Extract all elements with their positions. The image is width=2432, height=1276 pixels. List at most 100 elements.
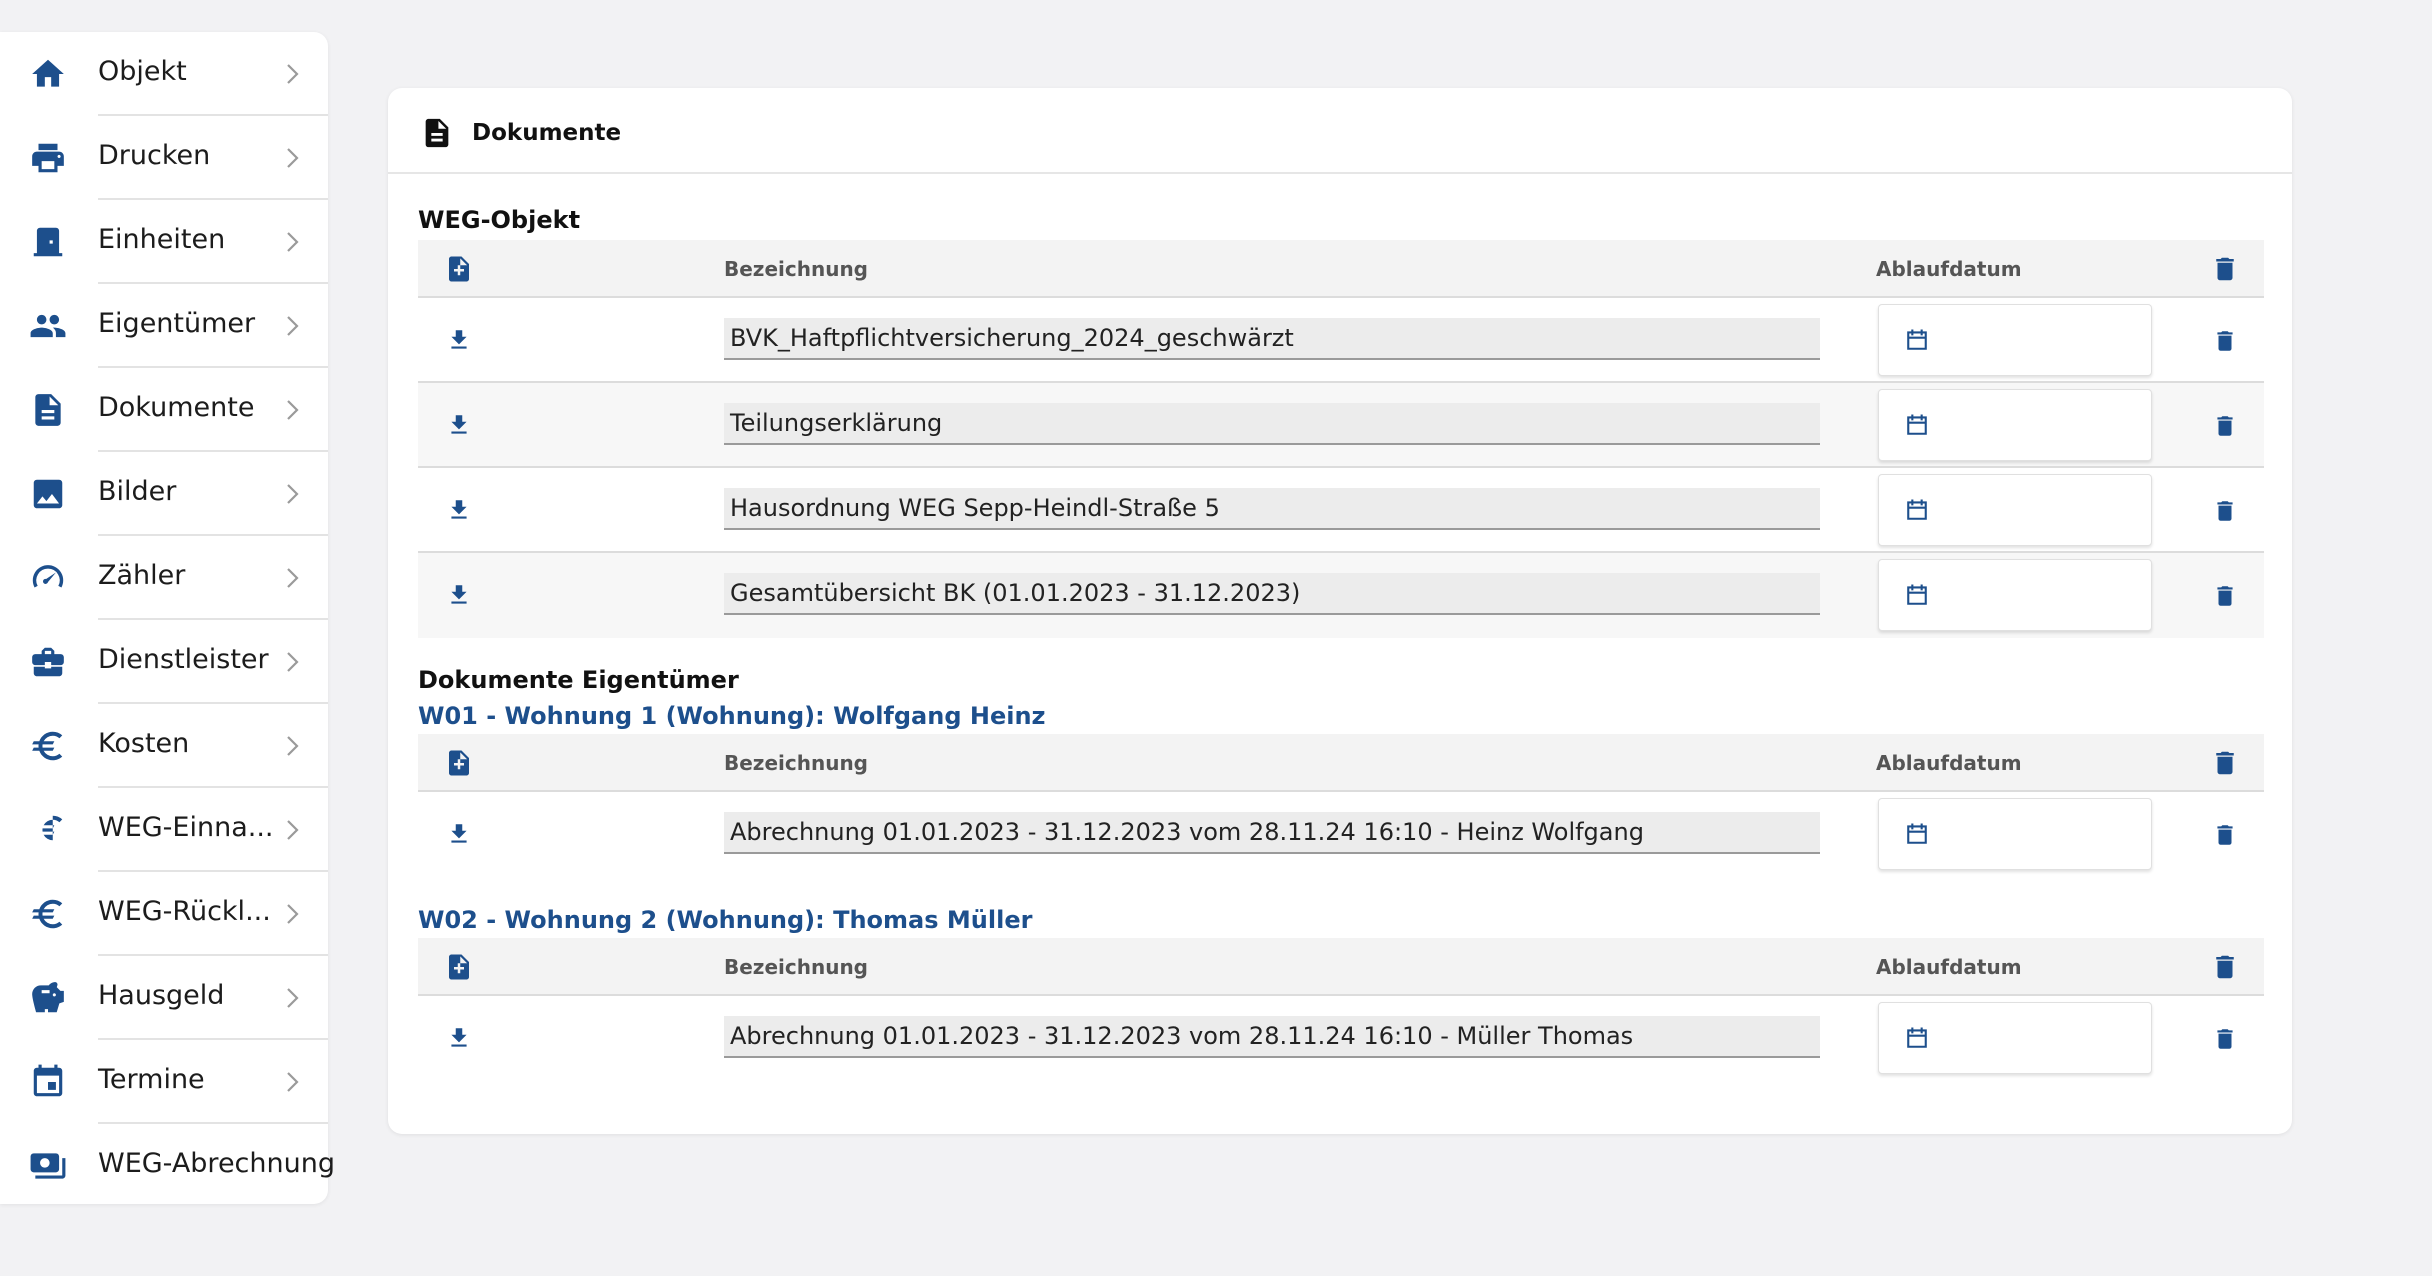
table-row: Hausordnung WEG Sepp-Heindl-Straße 5 bbox=[418, 468, 2264, 553]
sidebar-item-zaehler[interactable]: Zähler bbox=[0, 536, 328, 620]
printer-icon bbox=[28, 138, 68, 178]
column-header-bezeichnung: Bezeichnung bbox=[724, 955, 868, 979]
chevron-right-icon bbox=[282, 60, 304, 88]
document-name-field[interactable]: BVK_Haftpflichtversicherung_2024_geschwä… bbox=[724, 318, 1820, 360]
delete-icon[interactable] bbox=[2212, 496, 2238, 526]
expiry-date-field[interactable] bbox=[1878, 798, 2152, 870]
delete-all-icon[interactable] bbox=[2210, 254, 2240, 284]
delete-icon[interactable] bbox=[2212, 411, 2238, 441]
download-icon[interactable] bbox=[446, 581, 472, 609]
delete-icon[interactable] bbox=[2212, 581, 2238, 611]
sidebar-item-drucken[interactable]: Drucken bbox=[0, 116, 328, 200]
documents-card: Dokumente WEG-Objekt Bezeichnung Ablaufd… bbox=[388, 88, 2292, 1134]
section-title-weg-objekt: WEG-Objekt bbox=[418, 206, 581, 234]
document-name-field[interactable]: Hausordnung WEG Sepp-Heindl-Straße 5 bbox=[724, 488, 1820, 530]
download-icon[interactable] bbox=[446, 820, 472, 848]
section-title-dokumente-eigentuemer: Dokumente Eigentümer bbox=[418, 666, 739, 694]
expiry-date-field[interactable] bbox=[1878, 559, 2152, 631]
sidebar-item-label: Hausgeld bbox=[98, 980, 225, 1011]
delete-icon[interactable] bbox=[2212, 1024, 2238, 1054]
table-row: Abrechnung 01.01.2023 - 31.12.2023 vom 2… bbox=[418, 792, 2264, 877]
delete-all-icon[interactable] bbox=[2210, 952, 2240, 982]
table-header: Bezeichnung Ablaufdatum bbox=[418, 734, 2264, 792]
euro-icon bbox=[28, 894, 68, 934]
owner-group-title: W01 - Wohnung 1 (Wohnung): Wolfgang Hein… bbox=[418, 702, 1046, 730]
card-title: Dokumente bbox=[472, 120, 622, 146]
gauge-icon bbox=[28, 558, 68, 598]
piggy-bank-icon bbox=[28, 978, 68, 1018]
chevron-right-icon bbox=[282, 228, 304, 256]
delete-icon[interactable] bbox=[2212, 820, 2238, 850]
document-name-field[interactable]: Abrechnung 01.01.2023 - 31.12.2023 vom 2… bbox=[724, 812, 1820, 854]
sidebar-item-weg-ruecklagen[interactable]: WEG-Rückl... bbox=[0, 872, 328, 956]
table-row: Gesamtübersicht BK (01.01.2023 - 31.12.2… bbox=[418, 553, 2264, 638]
expiry-date-field[interactable] bbox=[1878, 389, 2152, 461]
delete-all-icon[interactable] bbox=[2210, 748, 2240, 778]
money-icon bbox=[28, 1146, 68, 1186]
expiry-date-field[interactable] bbox=[1878, 1002, 2152, 1074]
sidebar-item-kosten[interactable]: Kosten bbox=[0, 704, 328, 788]
delete-icon[interactable] bbox=[2212, 326, 2238, 356]
calendar-icon bbox=[28, 1062, 68, 1102]
chevron-right-icon bbox=[282, 564, 304, 592]
table-row: BVK_Haftpflichtversicherung_2024_geschwä… bbox=[418, 298, 2264, 383]
add-document-icon[interactable] bbox=[444, 952, 474, 982]
sidebar-item-label: Eigentümer bbox=[98, 308, 256, 339]
sidebar-item-weg-einnahmen[interactable]: WEG-Einna... bbox=[0, 788, 328, 872]
download-icon[interactable] bbox=[446, 411, 472, 439]
add-document-icon[interactable] bbox=[444, 748, 474, 778]
chevron-right-icon bbox=[282, 816, 304, 844]
sidebar-item-weg-abrechnung[interactable]: WEG-Abrechnung bbox=[0, 1124, 335, 1208]
download-icon[interactable] bbox=[446, 496, 472, 524]
briefcase-icon bbox=[28, 642, 68, 682]
chevron-right-icon bbox=[282, 900, 304, 928]
sidebar-item-dokumente[interactable]: Dokumente bbox=[0, 368, 328, 452]
download-icon[interactable] bbox=[446, 1024, 472, 1052]
column-header-bezeichnung: Bezeichnung bbox=[724, 751, 868, 775]
image-icon bbox=[28, 474, 68, 514]
sidebar-item-dienstleister[interactable]: Dienstleister bbox=[0, 620, 328, 704]
table-row: Abrechnung 01.01.2023 - 31.12.2023 vom 2… bbox=[418, 996, 2264, 1081]
sidebar-item-label: Kosten bbox=[98, 728, 190, 759]
sidebar-item-label: Termine bbox=[98, 1064, 205, 1095]
sidebar-item-label: Zähler bbox=[98, 560, 186, 591]
chevron-right-icon bbox=[282, 648, 304, 676]
sidebar-item-label: Einheiten bbox=[98, 224, 226, 255]
home-icon bbox=[28, 54, 68, 94]
sidebar-item-termine[interactable]: Termine bbox=[0, 1040, 328, 1124]
card-header: Dokumente bbox=[388, 88, 2292, 174]
calendar-icon[interactable] bbox=[1903, 1023, 1931, 1053]
sidebar-item-label: Bilder bbox=[98, 476, 177, 507]
download-icon[interactable] bbox=[446, 326, 472, 354]
expiry-date-field[interactable] bbox=[1878, 474, 2152, 546]
document-name-field[interactable]: Teilungserklärung bbox=[724, 403, 1820, 445]
expiry-date-field[interactable] bbox=[1878, 304, 2152, 376]
sidebar-item-label: WEG-Rückl... bbox=[98, 896, 271, 927]
people-icon bbox=[28, 306, 68, 346]
sidebar-item-hausgeld[interactable]: Hausgeld bbox=[0, 956, 328, 1040]
sidebar-item-label: Objekt bbox=[98, 56, 187, 87]
column-header-ablaufdatum: Ablaufdatum bbox=[1876, 257, 2022, 281]
document-name-field[interactable]: Abrechnung 01.01.2023 - 31.12.2023 vom 2… bbox=[724, 1016, 1820, 1058]
sidebar-item-objekt[interactable]: Objekt bbox=[0, 32, 328, 116]
chevron-right-icon bbox=[282, 144, 304, 172]
calendar-icon[interactable] bbox=[1903, 410, 1931, 440]
chevron-right-icon bbox=[282, 312, 304, 340]
document-name-field[interactable]: Gesamtübersicht BK (01.01.2023 - 31.12.2… bbox=[724, 573, 1820, 615]
calendar-icon[interactable] bbox=[1903, 580, 1931, 610]
chevron-right-icon bbox=[282, 396, 304, 424]
document-icon bbox=[420, 114, 454, 152]
sidebar-item-einheiten[interactable]: Einheiten bbox=[0, 200, 328, 284]
calendar-icon[interactable] bbox=[1903, 495, 1931, 525]
weg-documents-table: Bezeichnung Ablaufdatum BVK_Haftpflichtv… bbox=[418, 240, 2264, 638]
calendar-icon[interactable] bbox=[1903, 325, 1931, 355]
sidebar-item-bilder[interactable]: Bilder bbox=[0, 452, 328, 536]
table-header: Bezeichnung Ablaufdatum bbox=[418, 240, 2264, 298]
table-row: Teilungserklärung bbox=[418, 383, 2264, 468]
chevron-right-icon bbox=[282, 732, 304, 760]
sidebar-item-label: Dienstleister bbox=[98, 644, 269, 675]
calendar-icon[interactable] bbox=[1903, 819, 1931, 849]
column-header-ablaufdatum: Ablaufdatum bbox=[1876, 751, 2022, 775]
sidebar-item-eigentuemer[interactable]: Eigentümer bbox=[0, 284, 328, 368]
add-document-icon[interactable] bbox=[444, 254, 474, 284]
